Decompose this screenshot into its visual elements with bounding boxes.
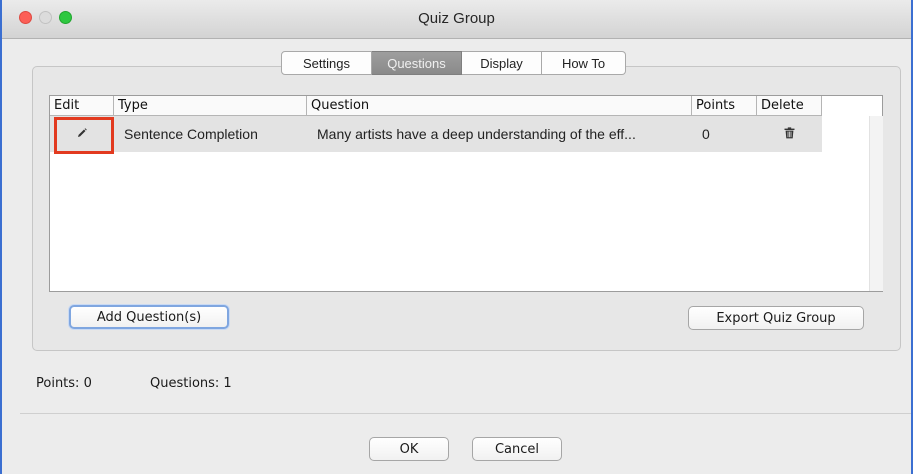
table-row[interactable]: Sentence Completion Many artists have a … [50,116,822,152]
tab-how-to[interactable]: How To [542,51,626,75]
window-title: Quiz Group [418,10,495,27]
questions-table: Edit Type Question Points Delete Sentenc… [49,95,883,292]
cancel-button[interactable]: Cancel [472,437,562,461]
title-bar: Quiz Group [2,0,911,39]
quiz-group-window: Quiz Group Settings Questions Display Ho… [0,0,913,474]
column-header-edit[interactable]: Edit [50,96,114,115]
question-points: 0 [702,126,710,142]
points-summary: Points: 0 [36,376,92,391]
column-header-type[interactable]: Type [114,96,307,115]
question-type: Sentence Completion [124,126,258,142]
pencil-icon[interactable] [76,116,88,152]
edit-cell[interactable] [50,116,114,152]
table-scrollbar[interactable] [869,116,883,291]
tab-bar: Settings Questions Display How To [281,51,626,75]
tab-display[interactable]: Display [462,51,542,75]
add-questions-button[interactable]: Add Question(s) [69,305,229,329]
tab-settings[interactable]: Settings [281,51,372,75]
tab-questions[interactable]: Questions [372,51,462,75]
question-text: Many artists have a deep understanding o… [317,126,636,142]
column-header-question[interactable]: Question [307,96,692,115]
column-header-delete[interactable]: Delete [757,96,822,115]
table-header: Edit Type Question Points Delete [50,96,822,116]
export-quiz-group-button[interactable]: Export Quiz Group [688,306,864,330]
divider [20,413,911,414]
trash-icon[interactable] [784,116,795,152]
delete-cell[interactable] [757,116,822,152]
ok-button[interactable]: OK [369,437,449,461]
questions-summary: Questions: 1 [150,376,232,391]
column-header-points[interactable]: Points [692,96,757,115]
